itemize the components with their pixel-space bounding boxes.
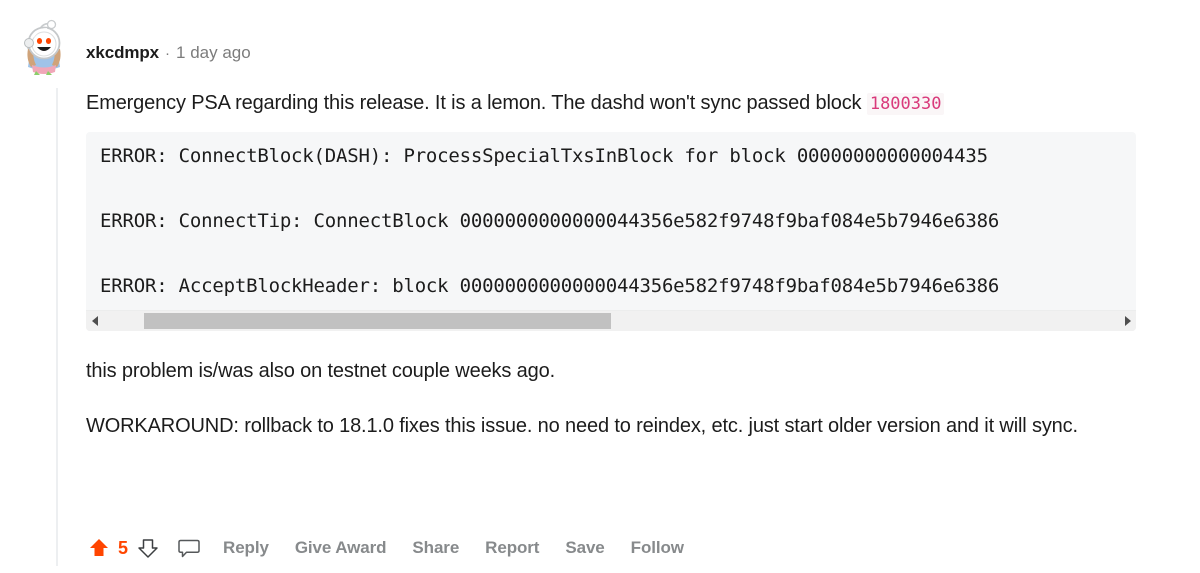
comment-body: Emergency PSA regarding this release. It… [86,90,1146,440]
code-line: ERROR: ConnectBlock(DASH): ProcessSpecia… [100,146,988,167]
upvote-arrow-icon[interactable] [86,535,112,561]
code-block-scroll-area: ERROR: ConnectBlock(DASH): ProcessSpecia… [86,146,1136,301]
save-button[interactable]: Save [565,538,604,558]
give-award-button[interactable]: Give Award [295,538,387,558]
report-button[interactable]: Report [485,538,539,558]
code-block-horizontal-scrollbar[interactable] [86,310,1136,331]
inline-code-block-number: 1800330 [866,93,945,115]
comment-action-bar: 5 Reply Give Award Share Report Save Fol… [86,531,684,565]
reddit-snoo-astronaut-avatar[interactable] [16,19,72,75]
vote-score: 5 [118,537,129,558]
comment-paragraph-1: Emergency PSA regarding this release. It… [86,90,1146,118]
comment-author[interactable]: xkcdmpx [86,43,159,63]
code-block: ERROR: ConnectBlock(DASH): ProcessSpecia… [86,132,1136,331]
comment-paragraph-3: WORKAROUND: rollback to 18.1.0 fixes thi… [86,415,1078,437]
downvote-arrow-icon[interactable] [135,535,161,561]
comment-bubble-icon[interactable] [175,534,203,562]
share-button[interactable]: Share [412,538,459,558]
scroll-left-arrow-icon[interactable] [86,311,103,331]
reddit-comment: xkcdmpx · 1 day ago Emergency PSA regard… [0,0,1200,573]
code-line: ERROR: AcceptBlockHeader: block 00000000… [100,275,1000,297]
paragraph-1-text: Emergency PSA regarding this release. It… [86,92,867,114]
follow-button[interactable]: Follow [631,538,684,558]
comment-header: xkcdmpx · 1 day ago [16,19,251,75]
code-line: ERROR: ConnectTip: ConnectBlock 00000000… [100,210,1000,232]
thread-collapse-line[interactable] [56,88,58,566]
scrollbar-thumb[interactable] [143,313,611,329]
scrollbar-track[interactable] [103,311,1119,331]
comment-paragraph-2: this problem is/was also on testnet coup… [86,360,555,382]
byline-separator: · [165,45,171,62]
comment-timestamp[interactable]: 1 day ago [176,43,251,63]
scroll-right-arrow-icon[interactable] [1119,311,1136,331]
comment-byline: xkcdmpx · 1 day ago [86,43,251,63]
reply-button[interactable]: Reply [223,538,269,558]
